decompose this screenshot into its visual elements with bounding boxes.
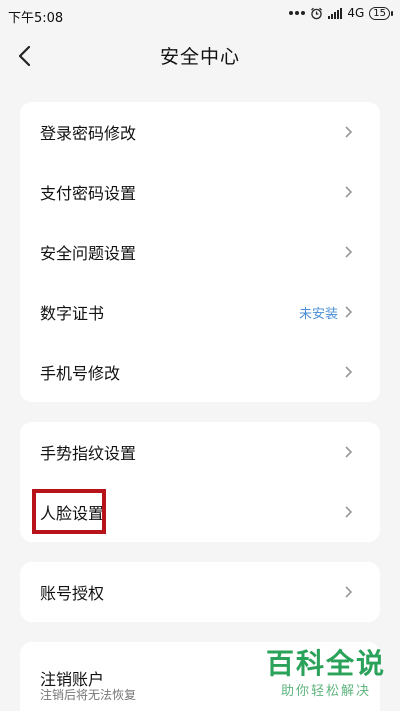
- page-title: 安全中心: [159, 46, 240, 68]
- certificate-status: 未安装: [298, 306, 338, 322]
- chevron-right-icon: [345, 586, 353, 598]
- status-time: 下午5:08: [8, 11, 64, 26]
- login-password-row[interactable]: 登录密码修改: [20, 102, 380, 162]
- phone-number-row[interactable]: 手机号修改: [20, 342, 380, 402]
- alarm-icon: [311, 7, 323, 19]
- row-label: 登录密码修改: [40, 124, 137, 143]
- watermark-sub-text: 助你轻松解决: [280, 684, 371, 699]
- chevron-right-icon: [345, 246, 353, 258]
- chevron-right-icon: [345, 446, 353, 458]
- status-icons: 4G 15: [289, 6, 393, 20]
- battery-icon: 15: [369, 6, 393, 20]
- authorization-card: 账号授权: [20, 562, 380, 622]
- security-question-row[interactable]: 安全问题设置: [20, 222, 380, 282]
- row-label: 支付密码设置: [40, 184, 137, 203]
- row-label: 安全问题设置: [40, 244, 137, 263]
- signal-icon: [328, 7, 343, 19]
- watermark-logo: 百科全说 助你轻松解决: [265, 647, 386, 700]
- gesture-fingerprint-row[interactable]: 手势指纹设置: [20, 422, 380, 482]
- chevron-right-icon: [345, 186, 353, 198]
- biometric-settings-card: 手势指纹设置 人脸设置: [20, 422, 380, 542]
- row-label: 账号授权: [40, 584, 105, 603]
- status-bar: 下午5:08 4G 15: [0, 0, 400, 30]
- face-settings-row[interactable]: 人脸设置: [20, 482, 380, 542]
- watermark-main-text: 百科全说: [265, 647, 386, 680]
- row-label: 人脸设置: [40, 504, 105, 523]
- chevron-right-icon: [345, 126, 353, 138]
- row-label: 数字证书: [40, 304, 105, 323]
- account-authorization-row[interactable]: 账号授权: [20, 562, 380, 622]
- header: 安全中心: [0, 30, 400, 82]
- chevron-right-icon: [345, 366, 353, 378]
- security-settings-card: 登录密码修改 支付密码设置 安全问题设置 数字证书 未安装 手机号修改: [20, 102, 380, 402]
- chevron-right-icon: [345, 306, 353, 318]
- row-label: 手势指纹设置: [40, 444, 137, 463]
- payment-password-row[interactable]: 支付密码设置: [20, 162, 380, 222]
- digital-certificate-row[interactable]: 数字证书 未安装: [20, 282, 380, 342]
- network-type: 4G: [347, 6, 365, 20]
- row-label: 手机号修改: [40, 364, 121, 383]
- row-subtitle: 注销后将无法恢复: [40, 688, 137, 702]
- chevron-right-icon: [345, 506, 353, 518]
- notification-dots-icon: [289, 11, 306, 15]
